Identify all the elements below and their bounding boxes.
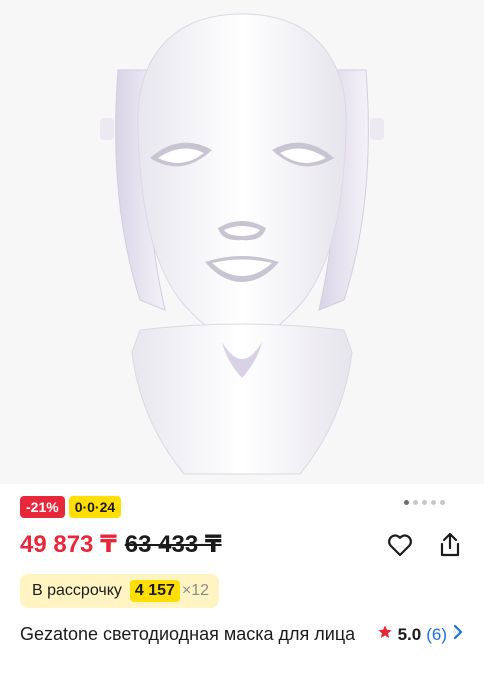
product-title: Gezatone светодиодная маска для лица (20, 624, 356, 644)
price-row: 49 873 ₸ 63 433 ₸ (20, 530, 222, 559)
star-icon (377, 624, 393, 645)
reviews-count[interactable]: (6) (426, 625, 447, 645)
installment-badge: 0·0·24 (68, 496, 122, 518)
installment-offer[interactable]: В рассрочку 4 157 ×12 (20, 574, 220, 608)
product-image-gallery[interactable] (0, 0, 484, 484)
pagination-dot (404, 500, 409, 505)
discount-badge: -21% (20, 496, 65, 518)
rating-value: 5.0 (397, 624, 422, 644)
product-actions (386, 531, 464, 559)
installment-months: ×12 (181, 582, 210, 599)
share-icon[interactable] (436, 531, 464, 559)
installment-label: В рассрочку (32, 582, 122, 599)
promo-badges: -21% 0·0·24 (20, 496, 122, 518)
pagination-dot (413, 500, 418, 505)
pagination-dot (431, 500, 436, 505)
pagination-dot (422, 500, 427, 505)
product-rating[interactable]: 5.0 (6) (377, 624, 464, 645)
favorite-heart-icon[interactable] (386, 531, 414, 559)
installment-monthly-amount: 4 157 (129, 580, 180, 602)
pagination-dot (440, 500, 445, 505)
face-mask-product-image (100, 13, 384, 475)
chevron-right-icon[interactable] (452, 624, 464, 645)
current-price: 49 873 ₸ (20, 531, 117, 558)
old-price: 63 433 ₸ (124, 531, 222, 558)
gallery-pagination (404, 500, 445, 505)
